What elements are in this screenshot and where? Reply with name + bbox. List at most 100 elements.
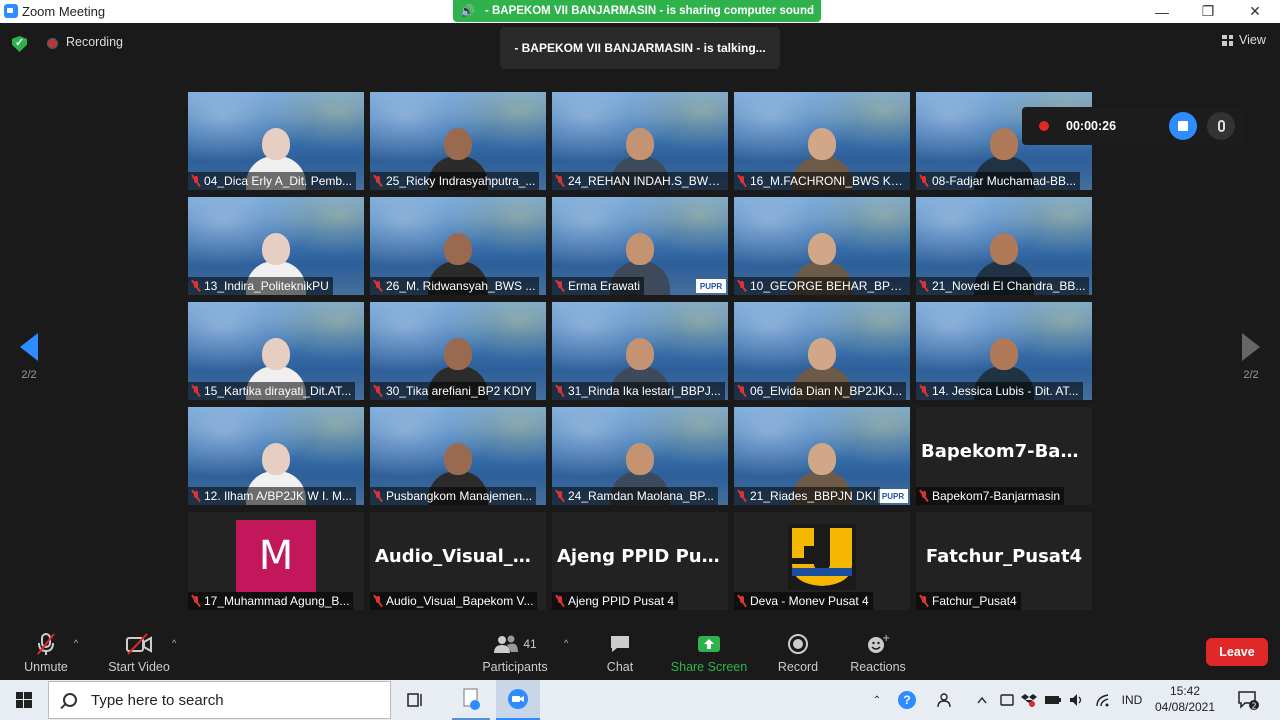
muted-mic-icon [373,280,383,292]
participant-tile[interactable]: 15_Kartika dirayati_Dit.AT... [188,302,364,400]
participant-name-label: 14. Jessica Lubis - Dit. AT... [916,382,1083,400]
minimize-button[interactable]: — [1139,0,1185,23]
participant-name: 17_Muhammad Agung_B... [204,594,350,608]
muted-mic-icon [191,280,201,292]
participant-tile[interactable]: 24_Ramdan Maolana_BP... [552,407,728,505]
participant-tile[interactable]: 04_Dica Erly A_Dit. Pemb... [188,92,364,190]
dropbox-icon[interactable] [1018,680,1040,720]
file-explorer-taskbar-icon[interactable] [452,680,490,720]
participant-tile[interactable]: 16_M.FACHRONI_BWS KA... [734,92,910,190]
clock-time: 15:42 [1169,684,1201,698]
participant-name-label: 24_Ramdan Maolana_BP... [552,487,718,505]
recording-timer: 00:00:26 [1066,119,1117,133]
notifications-icon[interactable]: 2 [1232,680,1264,720]
windows-start-icon[interactable] [8,680,40,720]
battery-icon[interactable] [1042,680,1064,720]
participant-name-label: Pusbangkom Manajemen... [370,487,537,505]
reactions-button[interactable]: + Reactions [848,630,908,680]
participant-tile[interactable]: 06_Elvida Dian N_BP2JKJ... [734,302,910,400]
show-hidden-icons-chevron-icon[interactable] [972,680,992,720]
share-screen-button[interactable]: Share Screen [670,630,748,680]
participant-tile[interactable]: Fatchur_Pusat4 Fatchur_Pusat4 [916,512,1092,610]
participant-tile[interactable]: Audio_Visual_B... Audio_Visual_Bapekom V.… [370,512,546,610]
muted-mic-icon [555,490,565,502]
participant-tile[interactable]: 24_REHAN INDAH.S_BWS... [552,92,728,190]
participant-tile[interactable]: 30_Tika arefiani_BP2 KDIY [370,302,546,400]
participant-name-label: 24_REHAN INDAH.S_BWS... [552,172,728,190]
zoom-taskbar-icon[interactable] [496,680,540,720]
close-button[interactable]: ✕ [1232,0,1278,23]
chat-button[interactable]: Chat [600,630,640,680]
participant-tile[interactable]: 21_Novedi El Chandra_BB... [916,197,1092,295]
view-button[interactable]: View [1222,33,1266,47]
taskbar-scroll-icon[interactable]: ⌃ [868,680,886,720]
stop-recording-button[interactable] [1169,112,1197,140]
view-label: View [1239,33,1266,47]
recording-mic-button[interactable] [1207,112,1235,140]
participant-tile[interactable]: 31_Rinda Ika lestari_BBPJ... [552,302,728,400]
participant-tile[interactable]: Ajeng PPID Pus... Ajeng PPID Pusat 4 [552,512,728,610]
participant-name: 06_Elvida Dian N_BP2JKJ... [750,384,903,398]
participant-tile[interactable]: PUPR Erma Erawati [552,197,728,295]
previous-page-button[interactable]: 2/2 [14,333,44,381]
participant-tile[interactable]: M 17_Muhammad Agung_B... [188,512,364,610]
participant-tile[interactable]: 26_M. Ridwansyah_BWS ... [370,197,546,295]
muted-mic-icon [737,385,747,397]
participant-tile[interactable]: 14. Jessica Lubis - Dit. AT... [916,302,1092,400]
record-icon [787,630,809,658]
audio-options-chevron-icon[interactable]: ^ [74,638,78,648]
participant-name: Erma Erawati [568,279,641,293]
tray-app-icon[interactable] [998,680,1016,720]
muted-mic-icon [373,385,383,397]
participant-name-label: Bapekom7-Banjarmasin [916,487,1065,505]
people-icon[interactable] [934,680,958,720]
participant-name-label: Deva - Monev Pusat 4 [734,592,873,610]
help-icon[interactable]: ? [896,680,918,720]
participant-name-display: Bapekom7-Banj... [921,441,1092,462]
next-page-button[interactable]: 2/2 [1236,333,1266,381]
participant-name: 16_M.FACHRONI_BWS KA... [750,174,906,188]
participant-tile[interactable]: 10_GEORGE BEHAR_BP2N... [734,197,910,295]
participant-tile[interactable]: Deva - Monev Pusat 4 [734,512,910,610]
pupr-badge: PUPR [696,279,726,293]
participant-name-label: 04_Dica Erly A_Dit. Pemb... [188,172,357,190]
unmute-button[interactable]: Unmute [20,630,72,680]
participant-name-display: Audio_Visual_B... [375,546,546,567]
participant-tile[interactable]: Bapekom7-Banj... Bapekom7-Banjarmasin [916,407,1092,505]
input-language-indicator[interactable]: IND [1116,680,1148,720]
video-off-icon [125,630,153,658]
wifi-icon[interactable] [1092,680,1114,720]
participants-chevron-icon[interactable]: ^ [564,638,568,648]
participant-name-label: Ajeng PPID Pusat 4 [552,592,679,610]
participant-name-label: Audio_Visual_Bapekom V... [370,592,538,610]
muted-mic-icon [919,490,929,502]
participant-name: 10_GEORGE BEHAR_BP2N... [750,279,906,293]
participant-tile[interactable]: 12. Ilham A/BP2JK W I. M... [188,407,364,505]
muted-mic-icon [919,280,929,292]
sharing-sound-banner[interactable]: 🔊 - BAPEKOM VII BANJARMASIN - is sharing… [453,0,821,22]
participant-name: 13_Indira_PoliteknikPU [204,279,329,293]
taskbar-search-box[interactable]: Type here to search [48,681,391,719]
start-video-button[interactable]: Start Video [104,630,174,680]
right-arrow-icon [1242,333,1260,361]
volume-icon[interactable] [1066,680,1088,720]
record-button[interactable]: Record [774,630,822,680]
muted-mic-icon [555,385,565,397]
participants-button[interactable]: 41 Participants [480,630,550,680]
restore-button[interactable]: ❐ [1185,0,1231,23]
search-placeholder: Type here to search [91,691,224,709]
encryption-shield-icon[interactable] [12,36,27,52]
taskbar-clock[interactable]: 15:42 04/08/2021 [1152,683,1218,715]
participant-name: 04_Dica Erly A_Dit. Pemb... [204,174,353,188]
video-options-chevron-icon[interactable]: ^ [172,638,176,648]
muted-mic-icon [555,595,565,607]
participant-tile[interactable]: PUPR 21_Riades_BBPJN DKI [734,407,910,505]
participant-name: Fatchur_Pusat4 [932,594,1017,608]
grid-view-icon [1222,34,1233,46]
participant-tile[interactable]: 25_Ricky Indrasyahputra_... [370,92,546,190]
start-video-label: Start Video [108,660,170,674]
participant-tile[interactable]: 13_Indira_PoliteknikPU [188,197,364,295]
task-view-icon[interactable] [402,680,430,720]
leave-button[interactable]: Leave [1206,638,1268,666]
participant-tile[interactable]: Pusbangkom Manajemen... [370,407,546,505]
